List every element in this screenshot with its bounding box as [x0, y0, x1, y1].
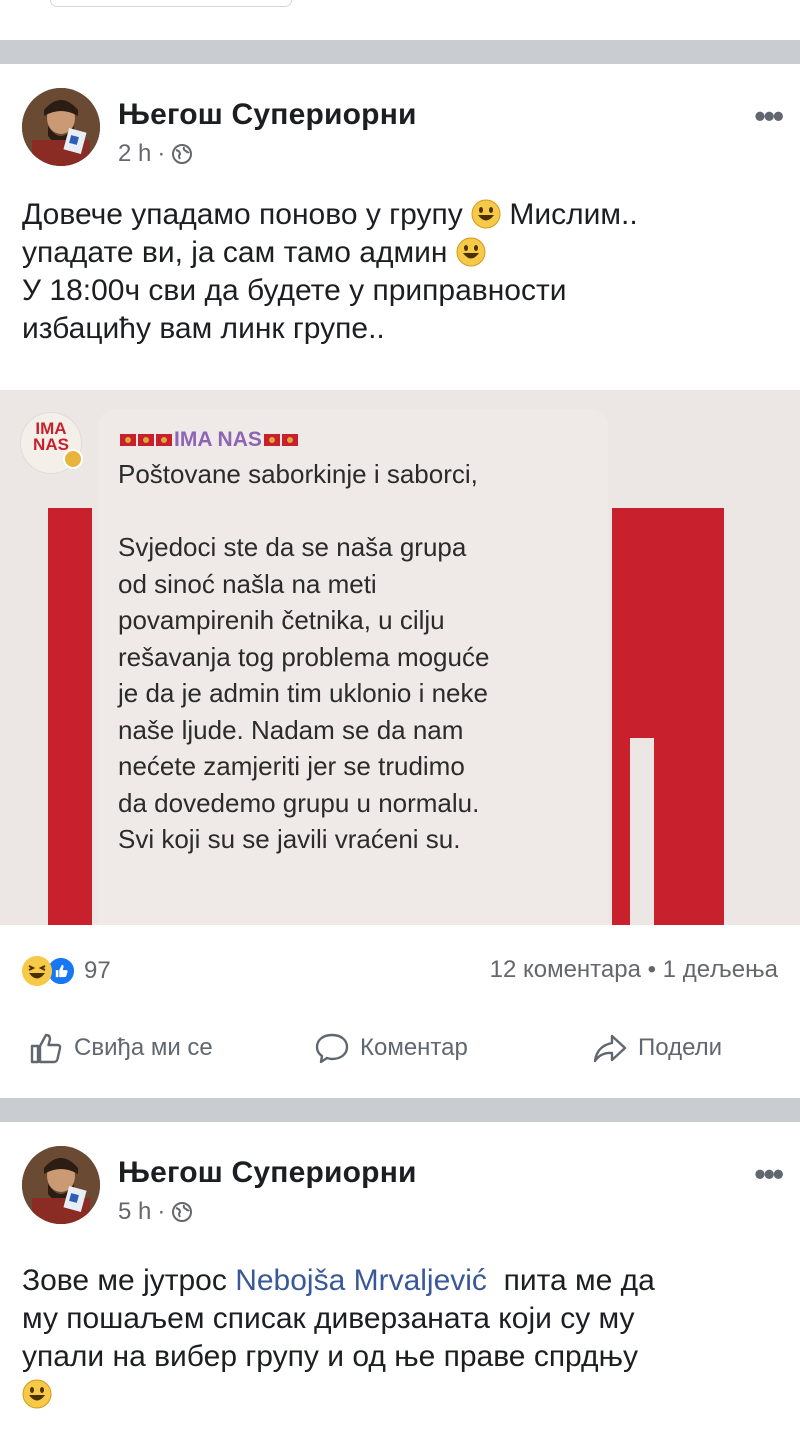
- more-icon[interactable]: •••: [754, 98, 784, 135]
- previous-post-edge: [50, 0, 292, 7]
- bubble-sender: IMA NAS: [120, 428, 298, 452]
- post-stats: 97 12 коментара • 1 дељења: [22, 956, 778, 990]
- author-name[interactable]: Његош Супериорни: [118, 98, 417, 132]
- post-text: Довече упадамо поново у групу Мислим.. у…: [22, 196, 782, 348]
- bubble-text: Poštovane saborkinje i saborci, Svjedoci…: [118, 459, 490, 854]
- post-text-line: Довече упадамо поново у групу: [22, 198, 463, 231]
- haha-reaction-icon: [22, 956, 52, 986]
- reactions-summary[interactable]: 97: [22, 956, 111, 986]
- post-header: Његош Супериорни 2 h · •••: [22, 88, 784, 172]
- post-meta: 2 h ·: [118, 140, 193, 168]
- smile-emoji-icon: [22, 1379, 52, 1409]
- share-button[interactable]: Подели: [592, 1030, 722, 1066]
- reaction-count: 97: [84, 957, 111, 984]
- comments-shares-count[interactable]: 12 коментара • 1 дељења: [490, 956, 778, 984]
- post-time[interactable]: 5 h: [118, 1198, 151, 1226]
- smile-emoji-icon: [456, 237, 486, 267]
- post-text-line: упали на вибер групу и од ње праве спрдњ…: [22, 1340, 638, 1373]
- post-actions: Свиђа ми се Коментар Подели: [0, 1030, 800, 1086]
- comment-icon: [315, 1033, 349, 1064]
- post-text-line: упадате ви, ја сам тамо админ: [22, 236, 448, 269]
- comment-button[interactable]: Коментар: [314, 1030, 468, 1066]
- post-text: Зове ме јутрос Nebojša Mrvaljević пита м…: [22, 1262, 782, 1414]
- share-icon: [593, 1034, 627, 1063]
- post-text-line: пита ме да: [486, 1264, 655, 1297]
- author-avatar[interactable]: [22, 1146, 100, 1224]
- post-text-line: Мислим..: [509, 198, 638, 231]
- mention-link[interactable]: Nebojša Mrvaljević: [235, 1264, 487, 1297]
- post-time[interactable]: 2 h: [118, 140, 151, 168]
- post-text-line: избацићу вам линк групе..: [22, 312, 385, 345]
- post-text-line: У 18:00ч сви да будете у приправности: [22, 274, 567, 307]
- post-text-line: Зове ме јутрос: [22, 1264, 236, 1297]
- post-text-line: му пошаљем списак диверзаната који су му: [22, 1302, 635, 1335]
- message-bubble: IMA NAS Poštovane saborkinje i saborci, …: [98, 410, 608, 925]
- feed-divider: [0, 1098, 800, 1122]
- post-meta: 5 h ·: [118, 1198, 193, 1226]
- feed-divider: [0, 40, 800, 64]
- post-image[interactable]: IMA NAS IMA NAS Poštovane saborkinje i s…: [0, 390, 800, 925]
- more-icon[interactable]: •••: [754, 1156, 784, 1193]
- like-button[interactable]: Свиђа ми се: [28, 1030, 213, 1066]
- group-logo: IMA NAS: [20, 412, 83, 474]
- globe-icon: [172, 144, 193, 164]
- post-header: Његош Супериорни 5 h · •••: [22, 1146, 784, 1230]
- globe-icon: [172, 1202, 193, 1222]
- poster-red-shape: [48, 508, 92, 925]
- author-name[interactable]: Његош Супериорни: [118, 1156, 417, 1190]
- author-avatar[interactable]: [22, 88, 100, 166]
- smile-emoji-icon: [471, 199, 501, 229]
- poster-red-shape: [612, 508, 724, 925]
- like-icon: [30, 1033, 62, 1064]
